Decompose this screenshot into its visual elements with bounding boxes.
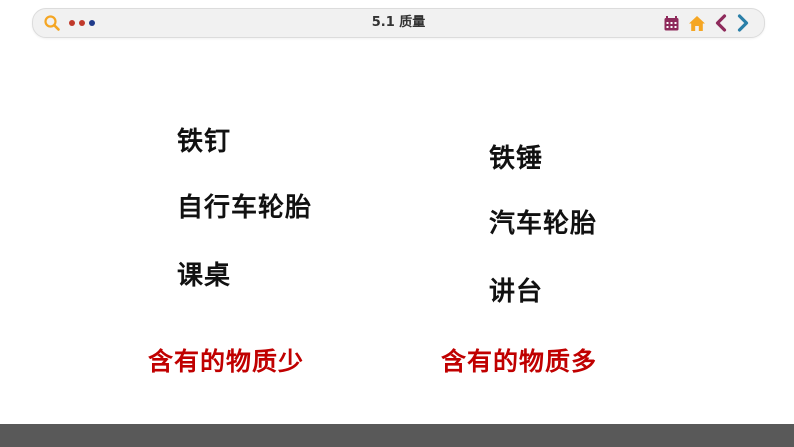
right-item-2: 汽车轮胎 <box>489 209 598 239</box>
left-item-2: 自行车轮胎 <box>177 193 313 223</box>
summary-left: 含有的物质少 <box>148 347 305 376</box>
top-toolbar: 5.1 质量 <box>32 8 765 38</box>
chevron-right-icon[interactable] <box>736 14 750 32</box>
chevron-left-icon[interactable] <box>714 14 728 32</box>
bottom-bar <box>0 424 794 447</box>
left-item-3: 课桌 <box>177 261 232 291</box>
right-item-3: 讲台 <box>489 277 544 307</box>
left-item-1: 铁钉 <box>177 127 232 157</box>
page-title: 5.1 质量 <box>371 15 426 30</box>
summary-right: 含有的物质多 <box>441 347 598 376</box>
home-icon[interactable] <box>688 15 706 32</box>
right-item-1: 铁锤 <box>489 144 544 174</box>
toolbar-right <box>663 9 750 37</box>
calendar-icon[interactable] <box>663 15 680 32</box>
